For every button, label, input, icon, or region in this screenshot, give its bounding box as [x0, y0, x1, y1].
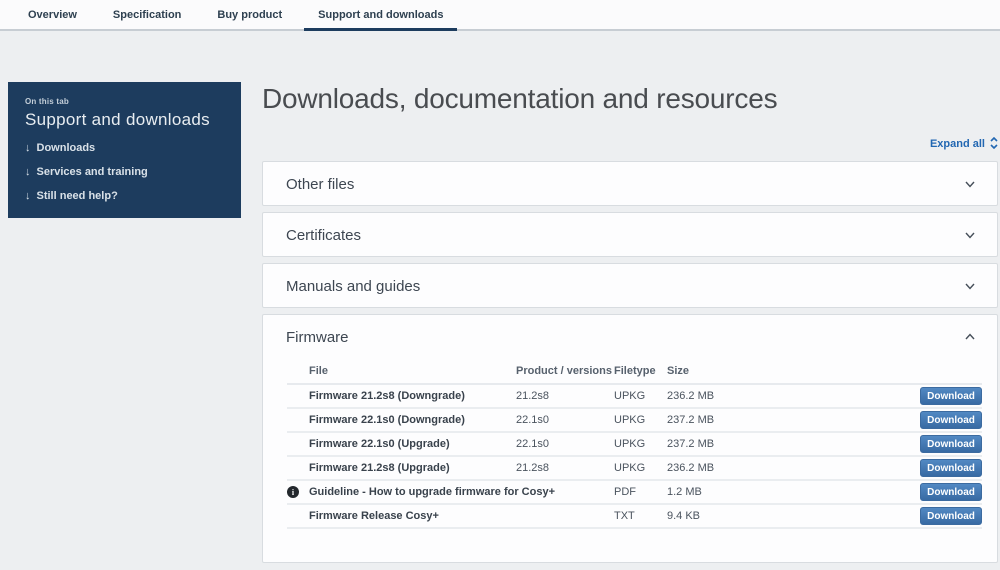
sidebar-title: Support and downloads: [25, 110, 225, 130]
table-row: Firmware 21.2s8 (Upgrade) 21.2s8 UPKG 23…: [287, 457, 982, 481]
file-name: Firmware Release Cosy+: [309, 510, 516, 522]
table-row: i Guideline - How to upgrade firmware fo…: [287, 481, 982, 505]
download-button[interactable]: Download: [920, 459, 982, 477]
sidebar-link-label: Services and training: [37, 166, 148, 178]
filetype: UPKG: [614, 438, 667, 450]
file-size: 9.4 KB: [667, 510, 918, 522]
down-arrow-icon: ↓: [25, 166, 31, 178]
table-header-row: File Product / versions Filetype Size: [287, 359, 982, 385]
filetype: TXT: [614, 510, 667, 522]
file-name: Firmware 21.2s8 (Downgrade): [309, 390, 516, 402]
product-version: 21.2s8: [516, 462, 614, 474]
info-icon[interactable]: i: [287, 486, 299, 498]
sidebar-link-still-need-help[interactable]: ↓ Still need help?: [25, 190, 225, 202]
column-header-size: Size: [667, 365, 918, 377]
file-size: 1.2 MB: [667, 486, 918, 498]
filetype: UPKG: [614, 414, 667, 426]
chevron-down-icon: [964, 280, 976, 292]
accordion-other-files-header[interactable]: Other files: [263, 162, 997, 206]
firmware-table: File Product / versions Filetype Size Fi…: [287, 359, 982, 529]
column-header-filetype: Filetype: [614, 365, 667, 377]
filetype: UPKG: [614, 462, 667, 474]
filetype: PDF: [614, 486, 667, 498]
file-size: 236.2 MB: [667, 462, 918, 474]
table-row: Firmware Release Cosy+ TXT 9.4 KB Downlo…: [287, 505, 982, 529]
accordion-title: Manuals and guides: [286, 278, 964, 295]
accordion-manuals-and-guides: Manuals and guides: [262, 263, 998, 308]
file-name: Firmware 21.2s8 (Upgrade): [309, 462, 516, 474]
accordion-title: Other files: [286, 176, 964, 193]
table-row: Firmware 21.2s8 (Downgrade) 21.2s8 UPKG …: [287, 385, 982, 409]
tab-specification[interactable]: Specification: [99, 0, 195, 31]
file-size: 237.2 MB: [667, 438, 918, 450]
down-arrow-icon: ↓: [25, 142, 31, 154]
accordion-title: Certificates: [286, 227, 964, 244]
column-header-file: File: [309, 365, 516, 377]
on-this-tab-kicker: On this tab: [25, 97, 225, 106]
download-button[interactable]: Download: [920, 387, 982, 405]
column-header-product-versions: Product / versions: [516, 365, 614, 377]
sidebar-link-downloads[interactable]: ↓ Downloads: [25, 142, 225, 154]
accordion-firmware-header[interactable]: Firmware: [263, 315, 997, 359]
filetype: UPKG: [614, 390, 667, 402]
expand-all-label: Expand all: [930, 138, 985, 150]
accordion-other-files: Other files: [262, 161, 998, 206]
table-row: Firmware 22.1s0 (Downgrade) 22.1s0 UPKG …: [287, 409, 982, 433]
on-this-tab-panel: On this tab Support and downloads ↓ Downl…: [8, 82, 241, 218]
product-tab-bar: Overview Specification Buy product Suppo…: [0, 0, 1000, 31]
tab-buy-product[interactable]: Buy product: [203, 0, 296, 31]
file-name: Firmware 22.1s0 (Downgrade): [309, 414, 516, 426]
download-button[interactable]: Download: [920, 507, 982, 525]
download-button[interactable]: Download: [920, 483, 982, 501]
accordion-certificates-header[interactable]: Certificates: [263, 213, 997, 257]
chevron-down-icon: [964, 178, 976, 190]
expand-collapse-icon: [990, 137, 998, 152]
file-name: Firmware 22.1s0 (Upgrade): [309, 438, 516, 450]
product-version: 22.1s0: [516, 414, 614, 426]
chevron-up-icon: [964, 331, 976, 343]
product-version: 22.1s0: [516, 438, 614, 450]
accordion-firmware: Firmware File Product / versions Filetyp…: [262, 314, 998, 563]
table-row: Firmware 22.1s0 (Upgrade) 22.1s0 UPKG 23…: [287, 433, 982, 457]
accordion-title: Firmware: [286, 329, 964, 346]
file-name: Guideline - How to upgrade firmware for …: [309, 486, 516, 498]
sidebar-link-label: Still need help?: [37, 190, 118, 202]
sidebar-link-label: Downloads: [37, 142, 96, 154]
tab-support-and-downloads[interactable]: Support and downloads: [304, 0, 457, 31]
download-button[interactable]: Download: [920, 411, 982, 429]
page-title: Downloads, documentation and resources: [262, 83, 777, 115]
expand-all-link[interactable]: Expand all: [262, 137, 998, 152]
product-version: 21.2s8: [516, 390, 614, 402]
chevron-down-icon: [964, 229, 976, 241]
sidebar-link-services-and-training[interactable]: ↓ Services and training: [25, 166, 225, 178]
accordion-manuals-and-guides-header[interactable]: Manuals and guides: [263, 264, 997, 308]
file-size: 236.2 MB: [667, 390, 918, 402]
file-size: 237.2 MB: [667, 414, 918, 426]
down-arrow-icon: ↓: [25, 190, 31, 202]
tab-overview[interactable]: Overview: [14, 0, 91, 31]
download-button[interactable]: Download: [920, 435, 982, 453]
accordion-certificates: Certificates: [262, 212, 998, 257]
